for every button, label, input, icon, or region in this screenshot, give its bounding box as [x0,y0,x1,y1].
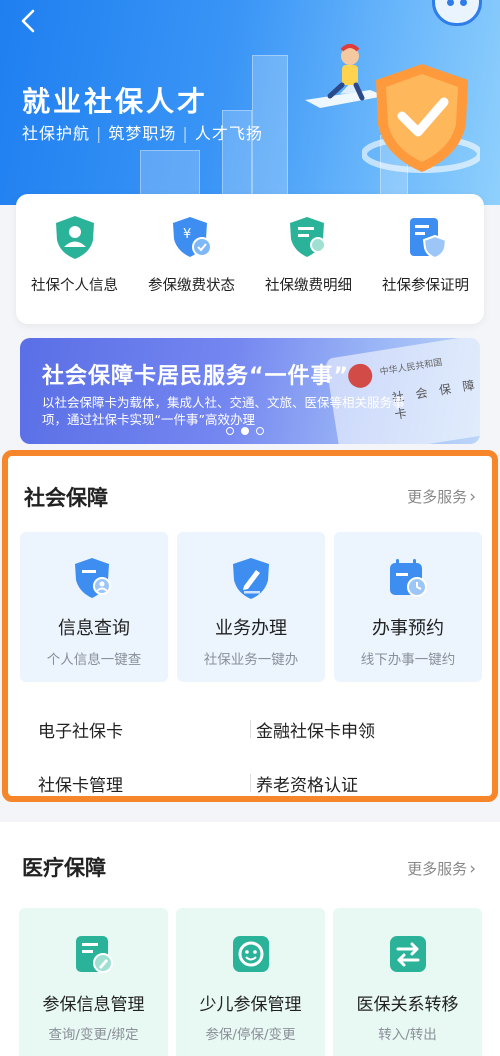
social-security-card-illustration: 中华人民共和国 社 会 保 障 卡 [325,338,480,444]
tile-title: 业务办理 [215,618,287,639]
more-services-label: 更多服务 [407,860,468,878]
tile-title: 少儿参保管理 [199,995,302,1015]
quick-entry-label: 社保个人信息 [31,278,118,294]
divider [250,774,251,792]
tile-child-insurance-management[interactable]: 少儿参保管理 参保/停保/变更 [176,908,325,1056]
quick-entry-payment-details[interactable]: 社保缴费明细 [250,194,367,324]
quick-entry-personal-info[interactable]: 社保个人信息 [16,194,133,324]
divider [250,720,251,738]
tile-title: 医保关系转移 [356,995,459,1015]
quick-entry-payment-status[interactable]: ¥ 参保缴费状态 [133,194,250,324]
tile-appointment[interactable]: 办事预约 线下办事一键约 [334,532,482,682]
tile-subtitle: 社保业务一键办 [203,652,299,668]
tile-business-handling[interactable]: 业务办理 社保业务一键办 [177,532,325,682]
person-shield-icon [55,216,94,259]
carousel-dot-active[interactable] [241,427,249,435]
chevron-right-icon: › [469,859,476,879]
document-search-icon [289,217,329,257]
more-services-link[interactable]: 更多服务 › [407,858,476,879]
card-header-text: 中华人民共和国 [379,357,443,378]
quick-entry-label: 社保参保证明 [382,278,469,294]
banner-title: 社会保障卡居民服务“一件事” [42,364,349,389]
link-e-social-card[interactable]: 电子社保卡 [38,717,250,742]
tile-title: 信息查询 [58,618,130,639]
social-card-service-banner[interactable]: 中华人民共和国 社 会 保 障 卡 社会保障卡居民服务“一件事” 以社会保障卡为… [20,338,480,444]
hero-banner: 就业社保人才 社保护航 | 筑梦职场 | 人才飞扬 [0,0,500,205]
calendar-clock-icon [390,559,427,597]
medical-security-section: 医疗保障 更多服务 › 参保信息管理 查询/变更/绑定 少儿参保管理 参保/停保… [0,822,500,1056]
chevron-right-icon: › [469,487,476,507]
shield-check-illustration [362,64,480,173]
carousel-indicator [226,427,264,435]
link-card-management[interactable]: 社保卡管理 [38,771,250,796]
subtitle-part: 人才飞扬 [194,124,263,143]
tile-info-query[interactable]: 信息查询 个人信息一键查 [20,532,168,682]
tile-subtitle: 线下办事一键约 [360,652,456,668]
tile-insurance-info-management[interactable]: 参保信息管理 查询/变更/绑定 [19,908,168,1056]
assistant-robot-icon[interactable] [432,0,482,26]
link-financial-card-apply[interactable]: 金融社保卡申领 [250,717,468,742]
tile-subtitle: 参保/停保/变更 [205,1027,296,1043]
link-pension-certification[interactable]: 养老资格认证 [250,771,468,796]
more-services-link[interactable]: 更多服务 › [407,486,476,507]
quick-entry-card: 社保个人信息 ¥ 参保缴费状态 社保缴费明细 社保参保证明 [16,194,484,324]
banner-description: 以社会保障卡为载体，集成人社、交通、文旅、医保等相关服务事项，通过社保卡实现“一… [42,395,405,427]
tile-medical-relation-transfer[interactable]: 医保关系转移 转入/转出 [333,908,482,1056]
child-face-icon [232,936,269,972]
tile-title: 参保信息管理 [42,995,145,1015]
section-title: 医疗保障 [22,856,106,880]
tile-title: 办事预约 [372,618,444,639]
back-arrow-icon[interactable] [14,6,46,38]
carousel-dot[interactable] [226,427,234,435]
svg-text:¥: ¥ [183,227,191,242]
yuan-check-shield-icon: ¥ [172,217,212,257]
quick-entry-insurance-certificate[interactable]: 社保参保证明 [367,194,484,324]
subtitle-part: 社保护航 [22,124,91,143]
certificate-shield-icon [409,218,447,260]
section-title: 社会保障 [24,486,108,510]
more-services-label: 更多服务 [407,488,468,506]
tile-subtitle: 查询/变更/绑定 [48,1027,139,1043]
carousel-dot[interactable] [256,427,264,435]
pen-shield-icon [233,558,269,599]
transfer-arrows-icon [389,936,426,972]
social-security-section: 社会保障 更多服务 › 信息查询 个人信息一键查 业务办理 社保业务一键办 办事… [2,450,498,802]
person-card-shield-icon [75,558,111,598]
tile-subtitle: 转入/转出 [378,1027,437,1043]
quick-entry-label: 社保缴费明细 [265,278,352,294]
hero-subtitle: 社保护航 | 筑梦职场 | 人才飞扬 [22,124,263,143]
subtitle-part: 筑梦职场 [108,124,177,143]
quick-entry-label: 参保缴费状态 [148,278,235,294]
tile-subtitle: 个人信息一键查 [46,652,142,668]
document-edit-icon [75,936,113,973]
page-title: 就业社保人才 [22,85,209,118]
national-emblem-icon [346,362,374,390]
